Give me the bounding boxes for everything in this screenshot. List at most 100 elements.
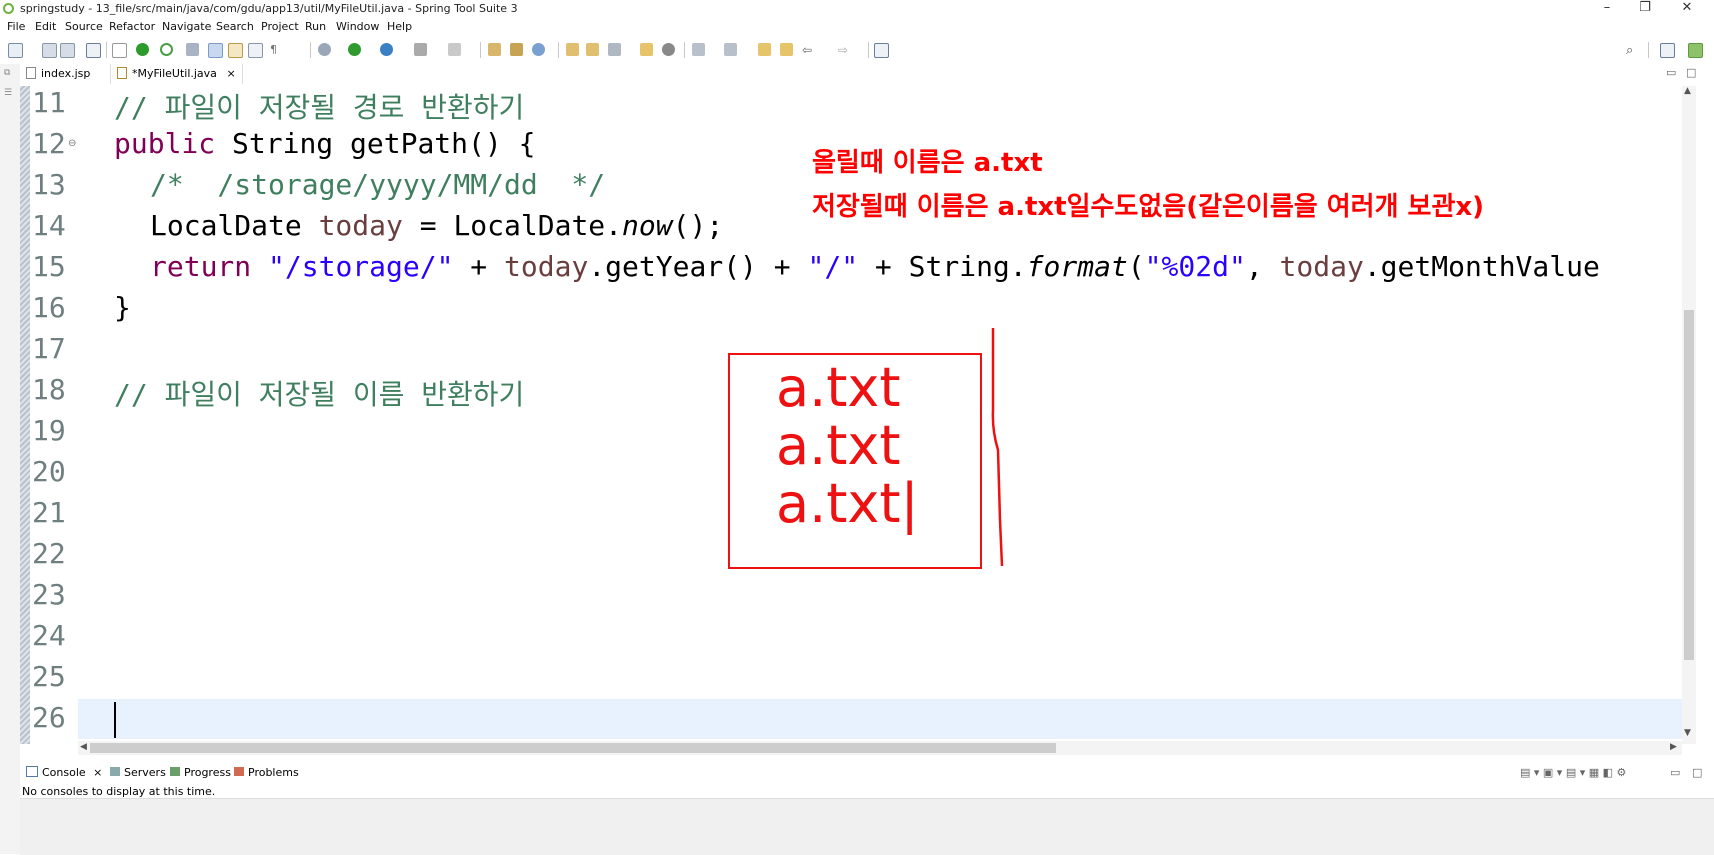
run-icon[interactable] bbox=[348, 43, 361, 56]
line-number: 21 bbox=[32, 496, 66, 529]
string-literal: "%02d" bbox=[1144, 250, 1246, 283]
tab-close-icon[interactable]: × bbox=[226, 67, 235, 80]
search-icon[interactable]: ⌕ bbox=[1626, 43, 1639, 58]
pilcrow-icon[interactable]: ¶ bbox=[270, 43, 283, 56]
open-type-icon[interactable] bbox=[186, 43, 199, 56]
fold-icon[interactable]: ⊖ bbox=[68, 138, 76, 149]
vertical-scroll-thumb[interactable] bbox=[1684, 310, 1694, 660]
toggle-mark-icon[interactable] bbox=[208, 43, 223, 58]
scroll-right-icon[interactable]: ▶ bbox=[1670, 742, 1677, 752]
menu-navigate[interactable]: Navigate bbox=[162, 20, 211, 33]
spring-perspective-icon[interactable] bbox=[1688, 43, 1703, 58]
stop-icon[interactable] bbox=[414, 43, 427, 56]
skip-breakpoints-icon[interactable] bbox=[112, 43, 127, 58]
code-line-14: LocalDate today = LocalDate.now(); bbox=[150, 209, 723, 242]
editor-tab-bar: index.jsp *MyFileUtil.java × ▭ □ bbox=[20, 64, 1714, 86]
save-all-icon[interactable] bbox=[60, 43, 75, 58]
minimize-button[interactable]: – bbox=[1592, 0, 1622, 18]
line-number: 23 bbox=[32, 578, 66, 611]
console-toolbar-icons[interactable]: ▤ ▾ ▣ ▾ ▤ ▾ ▦ ◧ ⚙ bbox=[1520, 766, 1626, 779]
tab-progress[interactable]: Progress bbox=[170, 766, 231, 779]
line-number: 16 bbox=[32, 291, 66, 324]
maximize-view-icon[interactable]: □ bbox=[1686, 66, 1696, 79]
tab-index-jsp[interactable]: index.jsp bbox=[26, 64, 90, 84]
code-text: + String. bbox=[858, 250, 1027, 283]
back-icon[interactable]: ⇦ bbox=[802, 43, 815, 57]
code-text: , bbox=[1245, 250, 1280, 283]
window-title: springstudy - 13_file/src/main/java/com/… bbox=[20, 2, 518, 15]
history-icon[interactable] bbox=[780, 43, 793, 56]
tab-servers[interactable]: Servers bbox=[110, 766, 166, 779]
console-empty-message: No consoles to display at this time. bbox=[22, 785, 216, 798]
last-edit-icon[interactable] bbox=[758, 43, 771, 56]
java-file-icon bbox=[117, 67, 127, 79]
close-button[interactable]: ✕ bbox=[1672, 0, 1702, 18]
new-server-icon[interactable] bbox=[488, 43, 501, 56]
menu-help[interactable]: Help bbox=[387, 20, 412, 33]
next-annotation-icon[interactable] bbox=[692, 43, 705, 56]
main-toolbar: ¶ ⇦ ⇨ ⌕ bbox=[0, 38, 1714, 62]
word-wrap-icon[interactable] bbox=[248, 43, 263, 58]
menu-source[interactable]: Source bbox=[65, 20, 103, 33]
code-line-13: /* /storage/yyyy/MM/dd */ bbox=[150, 168, 606, 201]
restore-view-icon[interactable]: ⧉ bbox=[4, 68, 10, 78]
text-caret bbox=[114, 702, 116, 738]
new-icon[interactable] bbox=[8, 43, 23, 58]
line-number: 12 bbox=[32, 127, 66, 160]
scroll-up-icon[interactable]: ▲ bbox=[1684, 86, 1691, 96]
console-icon[interactable] bbox=[86, 43, 101, 58]
spring-boot-icon[interactable] bbox=[136, 43, 149, 56]
open-folder-icon[interactable] bbox=[566, 43, 579, 56]
scroll-down-icon[interactable]: ▼ bbox=[1684, 728, 1691, 738]
scroll-left-icon[interactable]: ◀ bbox=[80, 742, 87, 752]
package-explorer-icon[interactable]: ☰ bbox=[4, 88, 12, 98]
tab-myfileutil-java[interactable]: *MyFileUtil.java × bbox=[110, 64, 243, 84]
build-icon[interactable] bbox=[448, 43, 461, 56]
pin-editor-icon[interactable] bbox=[874, 43, 889, 58]
menu-file[interactable]: File bbox=[7, 20, 25, 33]
menu-search[interactable]: Search bbox=[216, 20, 254, 33]
save-icon[interactable] bbox=[42, 43, 57, 58]
globe-icon[interactable] bbox=[662, 43, 675, 56]
new-class-icon[interactable] bbox=[532, 43, 545, 56]
refresh-icon[interactable] bbox=[160, 43, 173, 56]
maximize-view-icon[interactable]: □ bbox=[1692, 766, 1702, 779]
console-body[interactable] bbox=[20, 798, 1714, 855]
code-text: LocalDate bbox=[150, 209, 319, 242]
tab-problems[interactable]: Problems bbox=[234, 766, 299, 779]
spring-tool-suite-icon bbox=[3, 3, 14, 14]
problems-icon bbox=[234, 767, 244, 776]
prev-annotation-icon[interactable] bbox=[724, 43, 737, 56]
debug-icon[interactable] bbox=[318, 43, 331, 56]
menu-edit[interactable]: Edit bbox=[35, 20, 56, 33]
new-package-icon[interactable] bbox=[510, 43, 523, 56]
line-number: 24 bbox=[32, 619, 66, 652]
console-icon bbox=[26, 766, 38, 777]
tab-console[interactable]: Console × bbox=[26, 766, 102, 779]
servers-icon bbox=[110, 767, 120, 776]
block-selection-icon[interactable] bbox=[228, 43, 243, 58]
menu-window[interactable]: Window bbox=[336, 20, 379, 33]
annotation-ruler bbox=[20, 86, 30, 744]
line-number: 26 bbox=[32, 701, 66, 734]
annotation-icon[interactable] bbox=[640, 43, 653, 56]
code-line-18: // 파일이 저장될 이름 반환하기 bbox=[114, 378, 525, 411]
code-text: ( bbox=[1127, 250, 1145, 283]
restore-button[interactable]: ❐ bbox=[1630, 0, 1660, 18]
current-line-highlight bbox=[78, 699, 1682, 739]
run-external-icon[interactable] bbox=[380, 43, 393, 56]
open-perspective-icon[interactable] bbox=[1660, 43, 1675, 58]
progress-icon bbox=[170, 767, 180, 776]
line-number: 18 bbox=[32, 373, 66, 406]
search-tool-icon[interactable] bbox=[608, 43, 621, 56]
menu-project[interactable]: Project bbox=[261, 20, 299, 33]
code-line-11: // 파일이 저장될 경로 반환하기 bbox=[114, 91, 525, 124]
menu-refactor[interactable]: Refactor bbox=[109, 20, 155, 33]
forward-icon[interactable]: ⇨ bbox=[838, 43, 851, 57]
open-resource-icon[interactable] bbox=[586, 43, 599, 56]
close-icon[interactable]: × bbox=[93, 766, 102, 779]
horizontal-scroll-thumb[interactable] bbox=[90, 743, 1056, 753]
minimize-view-icon[interactable]: ▭ bbox=[1666, 66, 1676, 79]
minimize-view-icon[interactable]: ▭ bbox=[1670, 766, 1680, 779]
menu-run[interactable]: Run bbox=[305, 20, 326, 33]
